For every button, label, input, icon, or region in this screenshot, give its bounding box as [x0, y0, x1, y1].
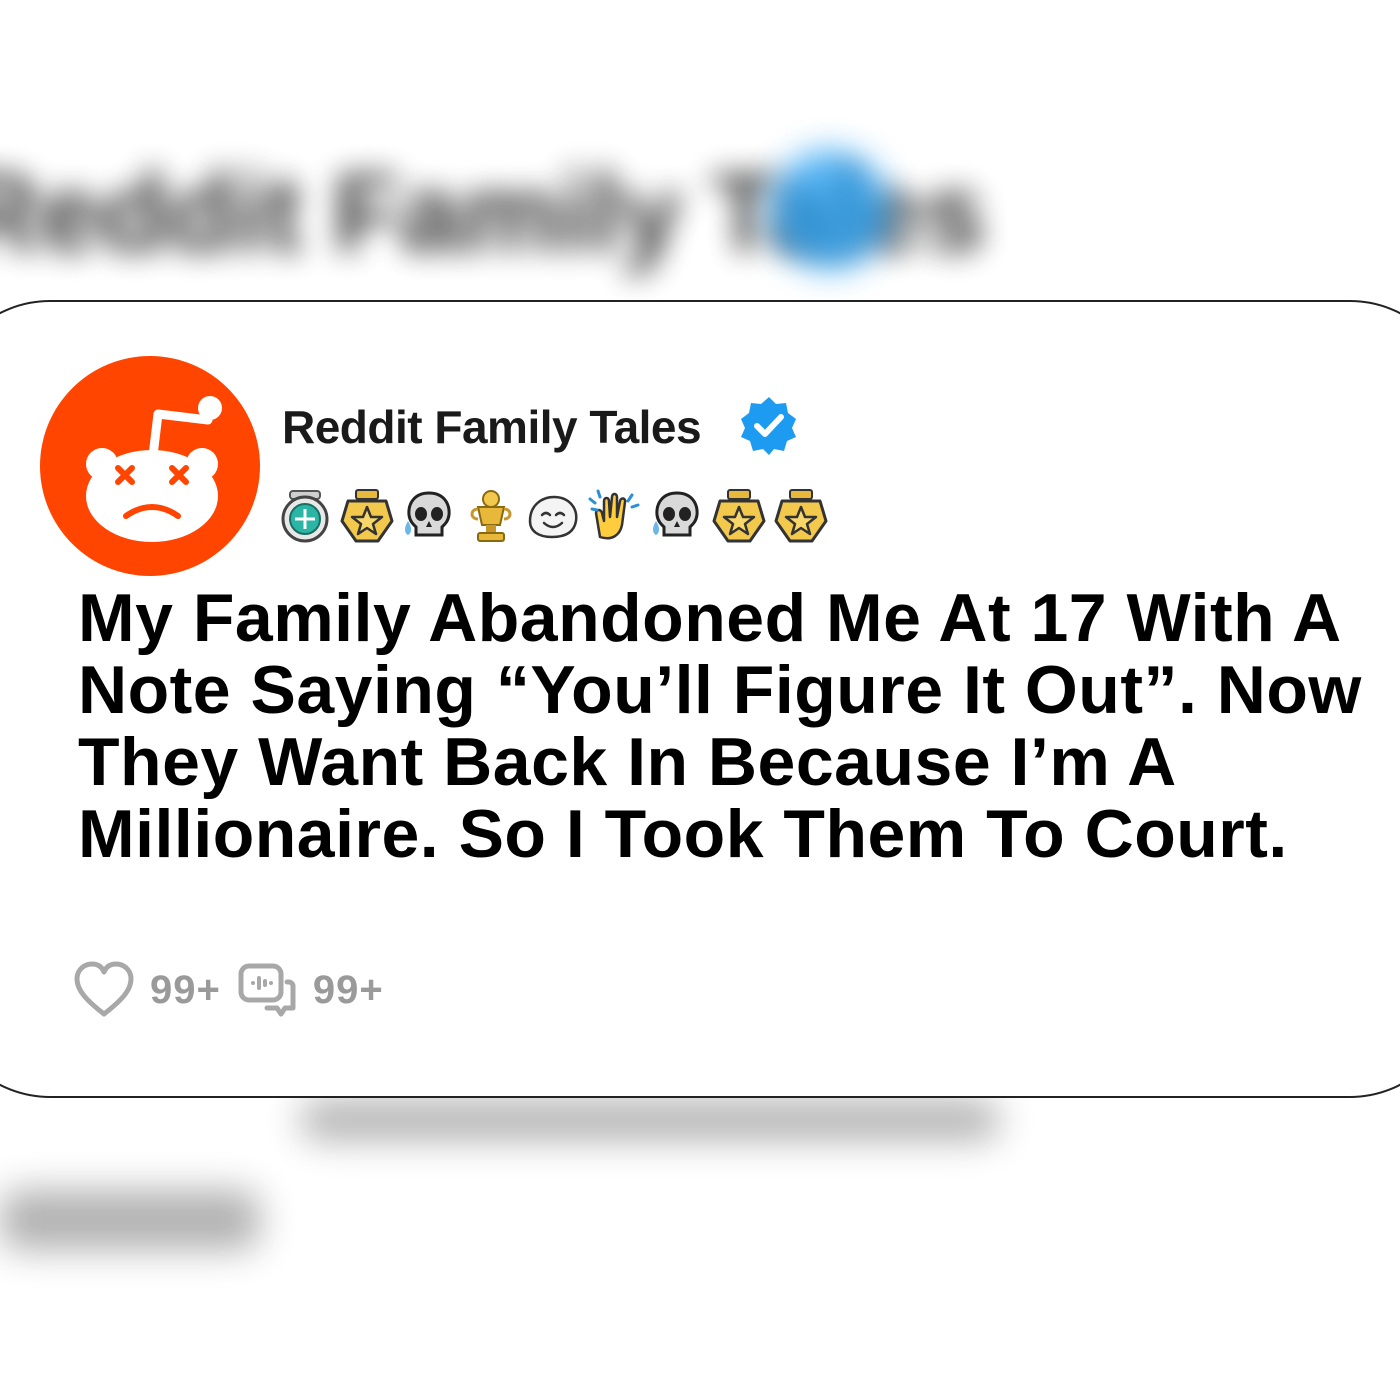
comments-count: 99+ — [312, 967, 384, 1012]
gold-star-award-icon[interactable] — [772, 487, 830, 545]
laughing-ghost-award-icon[interactable] — [524, 487, 582, 545]
gold-star-award-icon[interactable] — [338, 487, 396, 545]
background-blurred-bar — [0, 1190, 260, 1250]
post-stats: 99+ 99+ — [72, 958, 398, 1022]
avatar[interactable] — [40, 356, 260, 576]
reddit-snoo-dizzy-icon — [86, 396, 222, 542]
background-blurred-verified-badge — [770, 150, 890, 270]
gold-trophy-award-icon[interactable] — [462, 487, 520, 545]
post-title[interactable]: My Family Abandoned Me At 17 With A Note… — [78, 582, 1388, 870]
heart-icon[interactable] — [72, 958, 136, 1022]
clapping-hands-award-icon[interactable] — [586, 487, 644, 545]
crying-skull-award-icon[interactable] — [400, 487, 458, 545]
likes-count: 99+ — [150, 967, 221, 1012]
crying-skull-award-icon[interactable] — [648, 487, 706, 545]
teal-gem-award-icon[interactable] — [276, 487, 334, 545]
background-blurred-bar — [300, 1100, 1000, 1140]
comment-icon[interactable] — [235, 958, 299, 1022]
verified-badge-icon — [741, 397, 796, 455]
account-name[interactable]: Reddit Family Tales — [282, 400, 702, 454]
awards-row[interactable] — [276, 486, 830, 546]
gold-star-award-icon[interactable] — [710, 487, 768, 545]
